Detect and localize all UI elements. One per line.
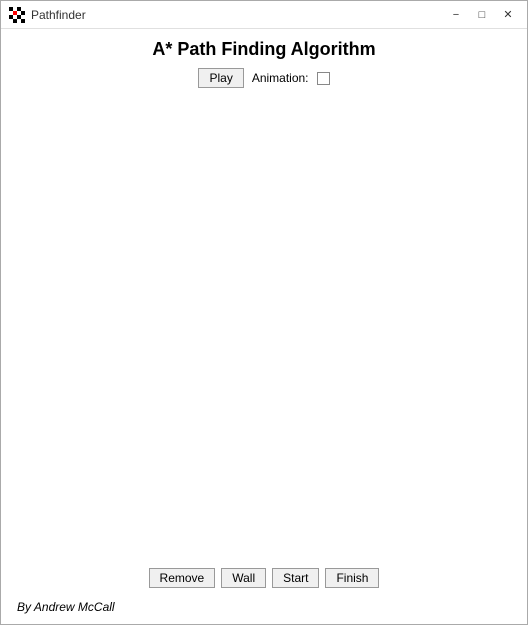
remove-button[interactable]: Remove bbox=[149, 568, 216, 588]
window-controls: − □ ✕ bbox=[445, 6, 519, 24]
bottom-bar: Remove Wall Start Finish bbox=[1, 558, 527, 596]
wall-button[interactable]: Wall bbox=[221, 568, 266, 588]
footer-row: By Andrew McCall bbox=[1, 596, 527, 624]
app-icon bbox=[9, 7, 25, 23]
main-window: Pathfinder − □ ✕ A* Path Finding Algorit… bbox=[0, 0, 528, 625]
animation-checkbox[interactable] bbox=[317, 72, 330, 85]
animation-label: Animation: bbox=[252, 71, 309, 85]
bottom-section: Remove Wall Start Finish By Andrew McCal… bbox=[1, 558, 527, 624]
close-button[interactable]: ✕ bbox=[497, 6, 519, 24]
author-label: By Andrew McCall bbox=[9, 596, 123, 618]
content-area: A* Path Finding Algorithm Play Animation… bbox=[1, 29, 527, 558]
start-button[interactable]: Start bbox=[272, 568, 319, 588]
app-title: A* Path Finding Algorithm bbox=[152, 39, 375, 60]
title-bar: Pathfinder − □ ✕ bbox=[1, 1, 527, 29]
play-button[interactable]: Play bbox=[198, 68, 243, 88]
title-bar-label: Pathfinder bbox=[31, 8, 445, 22]
controls-row: Play Animation: bbox=[198, 68, 329, 88]
maximize-button[interactable]: □ bbox=[471, 6, 493, 24]
minimize-button[interactable]: − bbox=[445, 6, 467, 24]
grid-area bbox=[1, 96, 527, 558]
finish-button[interactable]: Finish bbox=[325, 568, 379, 588]
